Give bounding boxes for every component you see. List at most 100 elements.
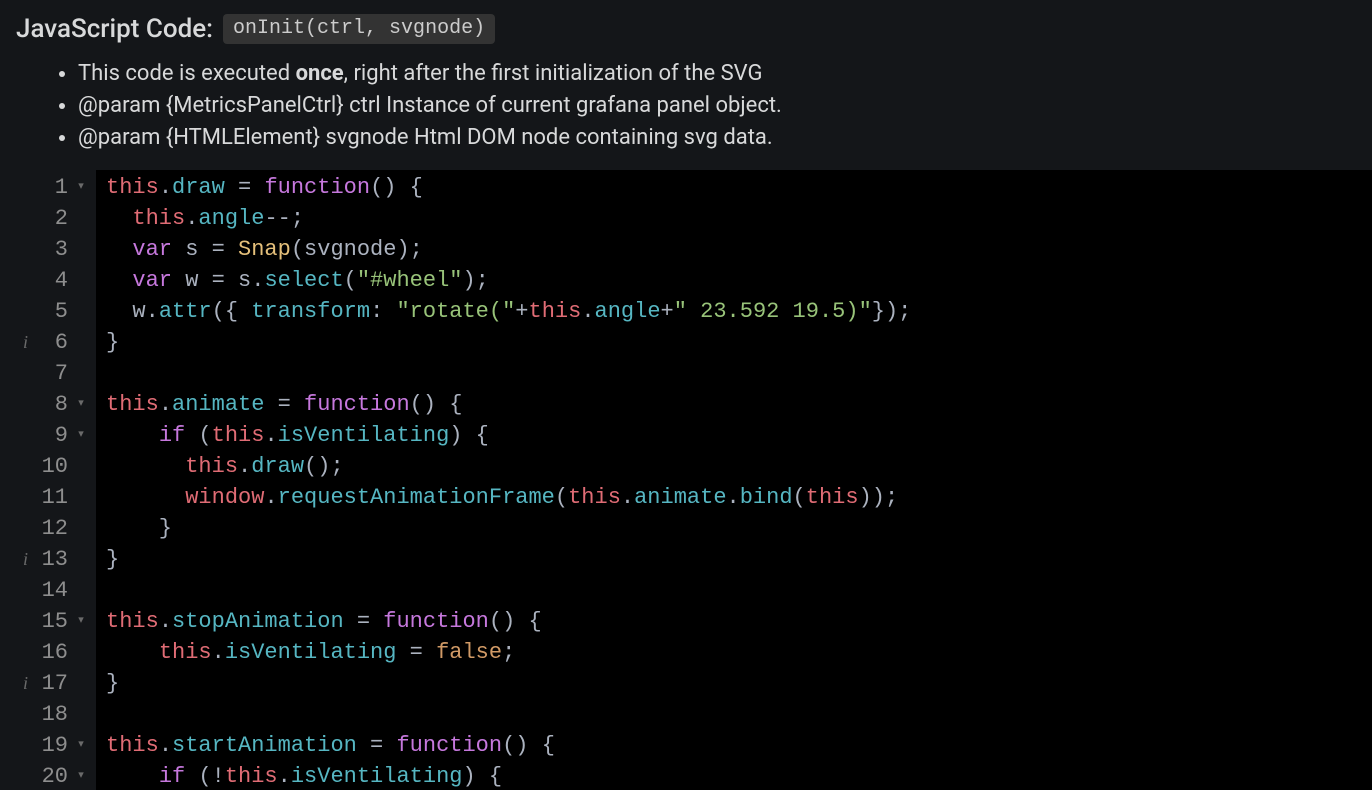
- line-number: 19: [40, 730, 68, 761]
- code-token: [106, 423, 159, 448]
- line-number: 5: [40, 296, 68, 327]
- code-token: "#wheel": [357, 268, 463, 293]
- line-number: 20: [40, 761, 68, 790]
- code-token: .: [212, 640, 225, 665]
- editor-gutter: 1▾2345i678▾9▾101112i131415▾16i171819▾20▾…: [0, 170, 96, 790]
- code-token: this: [806, 485, 859, 510]
- code-token: function: [264, 175, 370, 200]
- code-token: =: [264, 392, 304, 417]
- code-line[interactable]: }: [106, 513, 1372, 544]
- code-token: this: [529, 299, 582, 324]
- doc-item: This code is executed once, right after …: [78, 58, 1356, 90]
- code-token: startAnimation: [172, 733, 357, 758]
- code-line[interactable]: }: [106, 544, 1372, 575]
- code-token: stopAnimation: [172, 609, 344, 634]
- code-token: =: [357, 733, 397, 758]
- code-line[interactable]: this.draw = function() {: [106, 172, 1372, 203]
- code-token: [106, 640, 159, 665]
- code-token: .: [621, 485, 634, 510]
- line-number: 16: [40, 637, 68, 668]
- code-token: .: [278, 764, 291, 789]
- code-line[interactable]: this.stopAnimation = function() {: [106, 606, 1372, 637]
- code-line[interactable]: window.requestAnimationFrame(this.animat…: [106, 482, 1372, 513]
- code-token: [106, 764, 159, 789]
- code-token: isVentilating: [278, 423, 450, 448]
- code-token: this: [212, 423, 265, 448]
- info-icon: i: [23, 668, 32, 699]
- line-number: 18: [40, 699, 68, 730]
- code-token: bind: [740, 485, 793, 510]
- code-line[interactable]: this.animate = function() {: [106, 389, 1372, 420]
- gutter-row: 10: [0, 451, 90, 482]
- fold-icon[interactable]: ▾: [76, 730, 86, 761]
- gutter-row: i17: [0, 668, 90, 699]
- code-line[interactable]: }: [106, 327, 1372, 358]
- code-token: [106, 454, 185, 479]
- code-token: .: [581, 299, 594, 324]
- fold-icon[interactable]: ▾: [76, 420, 86, 451]
- fold-icon[interactable]: ▾: [76, 761, 86, 790]
- code-line[interactable]: var w = s.select("#wheel");: [106, 265, 1372, 296]
- code-token: }: [106, 516, 172, 541]
- code-token: Snap: [238, 237, 291, 262]
- code-token: if: [159, 423, 185, 448]
- code-line[interactable]: this.draw();: [106, 451, 1372, 482]
- code-token: function: [396, 733, 502, 758]
- code-editor[interactable]: 1▾2345i678▾9▾101112i131415▾16i171819▾20▾…: [0, 170, 1372, 790]
- code-token: +: [661, 299, 674, 324]
- code-token: }: [106, 547, 119, 572]
- code-token: if: [159, 764, 185, 789]
- code-token: () {: [370, 175, 423, 200]
- code-token: .: [159, 609, 172, 634]
- code-token: transform: [251, 299, 370, 324]
- code-token: function: [383, 609, 489, 634]
- code-line[interactable]: this.isVentilating = false;: [106, 637, 1372, 668]
- gutter-row: 19 ▾: [0, 730, 90, 761]
- code-line[interactable]: var s = Snap(svgnode);: [106, 234, 1372, 265]
- code-line[interactable]: [106, 358, 1372, 389]
- code-token: .: [159, 175, 172, 200]
- line-number: 3: [40, 234, 68, 265]
- gutter-row: 18: [0, 699, 90, 730]
- code-token: var: [132, 268, 172, 293]
- code-token: () {: [410, 392, 463, 417]
- code-token: [106, 485, 185, 510]
- code-line[interactable]: [106, 699, 1372, 730]
- fold-icon[interactable]: ▾: [76, 606, 86, 637]
- line-number: 7: [40, 358, 68, 389]
- section-title: JavaScript Code:: [16, 14, 213, 44]
- line-number: 10: [40, 451, 68, 482]
- fold-icon[interactable]: ▾: [76, 389, 86, 420]
- code-token: window: [185, 485, 264, 510]
- code-token: :: [370, 299, 396, 324]
- code-token: draw: [251, 454, 304, 479]
- code-token: this: [185, 454, 238, 479]
- code-token: .: [159, 392, 172, 417]
- editor-code-area[interactable]: this.draw = function() { this.angle--; v…: [96, 170, 1372, 790]
- code-line[interactable]: this.startAnimation = function() {: [106, 730, 1372, 761]
- code-token: (: [793, 485, 806, 510]
- code-line[interactable]: if (!this.isVentilating) {: [106, 761, 1372, 790]
- code-token: animate: [172, 392, 264, 417]
- doc-item: @param {HTMLElement} svgnode Html DOM no…: [78, 122, 1356, 154]
- line-number: 6: [40, 327, 68, 358]
- code-token: (!: [185, 764, 225, 789]
- code-line[interactable]: w.attr({ transform: "rotate("+this.angle…: [106, 296, 1372, 327]
- code-line[interactable]: this.angle--;: [106, 203, 1372, 234]
- code-line[interactable]: [106, 575, 1372, 606]
- code-token: .: [185, 206, 198, 231]
- code-token: var: [132, 237, 172, 262]
- gutter-row: 9▾: [0, 420, 90, 451]
- info-icon: i: [23, 327, 32, 358]
- title-row: JavaScript Code: onInit(ctrl, svgnode): [16, 14, 1356, 44]
- code-line[interactable]: }: [106, 668, 1372, 699]
- code-line[interactable]: if (this.isVentilating) {: [106, 420, 1372, 451]
- code-token: .: [159, 733, 172, 758]
- gutter-row: 16: [0, 637, 90, 668]
- code-token: () {: [502, 733, 555, 758]
- line-number: 15: [40, 606, 68, 637]
- code-token: this: [106, 733, 159, 758]
- fold-icon[interactable]: ▾: [76, 172, 86, 203]
- code-token: angle: [198, 206, 264, 231]
- doc-item: @param {MetricsPanelCtrl} ctrl Instance …: [78, 90, 1356, 122]
